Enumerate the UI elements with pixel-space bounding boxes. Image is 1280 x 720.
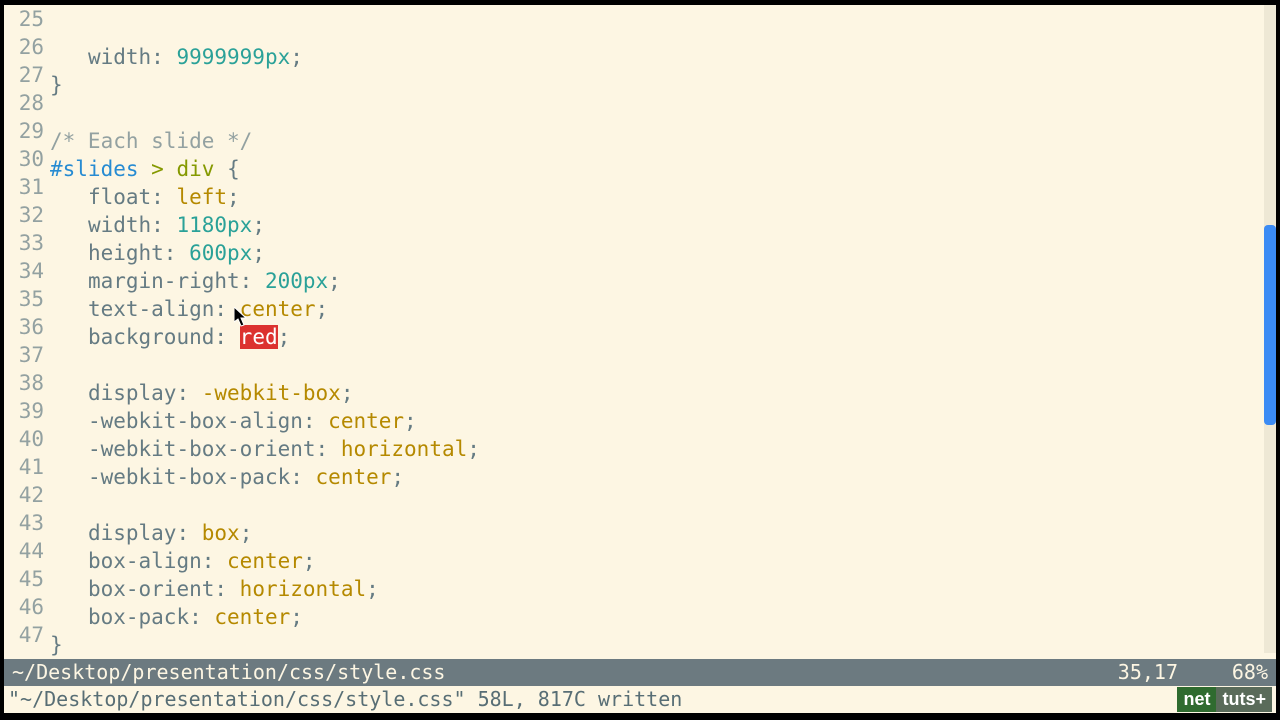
- code-line[interactable]: [50, 99, 1276, 127]
- line-number: 37: [4, 341, 44, 369]
- code-line[interactable]: }: [50, 71, 1276, 99]
- code-line[interactable]: text-align: center;: [50, 295, 1276, 323]
- nettuts-logo: net tuts+: [1177, 687, 1272, 712]
- code-line[interactable]: [50, 491, 1276, 519]
- logo-tuts: tuts+: [1216, 687, 1272, 712]
- code-line[interactable]: box-orient: horizontal;: [50, 575, 1276, 603]
- code-line[interactable]: }: [50, 631, 1276, 659]
- code-content[interactable]: width: 9999999px;} /* Each slide */#slide…: [50, 5, 1276, 659]
- scrollbar-track[interactable]: [1264, 5, 1276, 653]
- status-cursor-pos: 35,17: [1038, 659, 1218, 686]
- line-number: 43: [4, 509, 44, 537]
- line-number: 25: [4, 5, 44, 33]
- line-number: 29: [4, 117, 44, 145]
- line-number: 34: [4, 257, 44, 285]
- code-line[interactable]: width: 1180px;: [50, 211, 1276, 239]
- line-number: 26: [4, 33, 44, 61]
- line-number: 31: [4, 173, 44, 201]
- line-number: 39: [4, 397, 44, 425]
- code-line[interactable]: box-pack: center;: [50, 603, 1276, 631]
- code-line[interactable]: -webkit-box-orient: horizontal;: [50, 435, 1276, 463]
- status-bar: ~/Desktop/presentation/css/style.css 35,…: [4, 659, 1276, 686]
- line-number: 44: [4, 537, 44, 565]
- status-file-path: ~/Desktop/presentation/css/style.css: [12, 659, 1038, 686]
- editor-window: 2526272829303132333435363738394041424344…: [4, 5, 1276, 713]
- code-line[interactable]: box-align: center;: [50, 547, 1276, 575]
- code-line[interactable]: float: left;: [50, 183, 1276, 211]
- code-line[interactable]: #slides > div {: [50, 155, 1276, 183]
- line-number: 35: [4, 285, 44, 313]
- line-number: 30: [4, 145, 44, 173]
- code-line[interactable]: width: 9999999px;: [50, 43, 1276, 71]
- line-number: 41: [4, 453, 44, 481]
- line-number: 33: [4, 229, 44, 257]
- status-scroll-pct: 68%: [1218, 659, 1268, 686]
- line-number-gutter: 2526272829303132333435363738394041424344…: [4, 5, 50, 659]
- line-number: 28: [4, 89, 44, 117]
- code-line[interactable]: display: -webkit-box;: [50, 379, 1276, 407]
- line-number: 36: [4, 313, 44, 341]
- code-line[interactable]: background: red;: [50, 323, 1276, 351]
- code-line[interactable]: [50, 351, 1276, 379]
- line-number: 32: [4, 201, 44, 229]
- code-line[interactable]: height: 600px;: [50, 239, 1276, 267]
- scrollbar-thumb[interactable]: [1264, 225, 1276, 425]
- code-line[interactable]: -webkit-box-pack: center;: [50, 463, 1276, 491]
- message-bar: "~/Desktop/presentation/css/style.css" 5…: [4, 686, 1276, 713]
- line-number: 27: [4, 61, 44, 89]
- code-line[interactable]: -webkit-box-align: center;: [50, 407, 1276, 435]
- line-number: 42: [4, 481, 44, 509]
- code-line[interactable]: margin-right: 200px;: [50, 267, 1276, 295]
- line-number: 38: [4, 369, 44, 397]
- logo-net: net: [1177, 687, 1216, 712]
- code-line[interactable]: /* Each slide */: [50, 127, 1276, 155]
- line-number: 47: [4, 621, 44, 649]
- code-line[interactable]: display: box;: [50, 519, 1276, 547]
- visual-selection: red: [240, 325, 278, 349]
- line-number: 46: [4, 593, 44, 621]
- line-number: 40: [4, 425, 44, 453]
- line-number: 45: [4, 565, 44, 593]
- code-area[interactable]: 2526272829303132333435363738394041424344…: [4, 5, 1276, 659]
